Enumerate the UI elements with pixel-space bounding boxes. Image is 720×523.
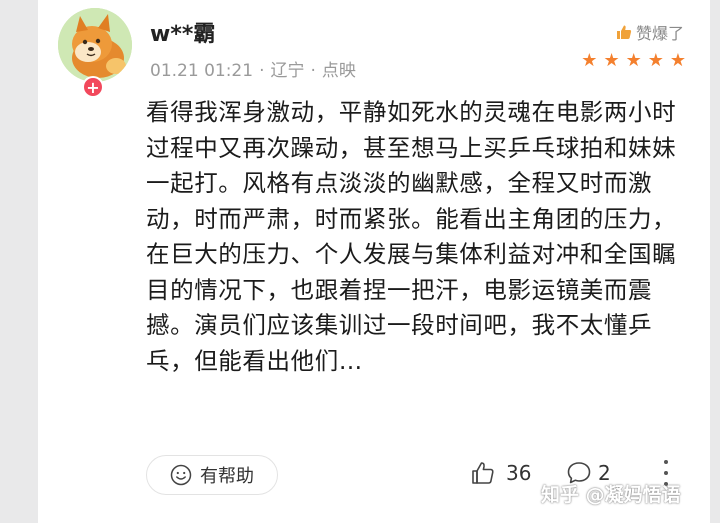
follow-plus-button[interactable]: +: [82, 76, 104, 98]
comment-card: + w**霸 01.21 01:21 · 辽宁 · 点映 赞爆了 ★ ★ ★ ★ ★ 看…: [38, 0, 710, 523]
smile-icon: [170, 464, 192, 486]
comment-location: 辽宁: [270, 61, 305, 81]
star-icon: ★: [603, 50, 620, 71]
star-icon: ★: [625, 50, 642, 71]
meta-separator: ·: [310, 61, 316, 81]
like-icon: [472, 462, 494, 484]
star-icon: ★: [669, 50, 686, 71]
avatar[interactable]: [58, 8, 132, 82]
comment-meta: 01.21 01:21 · 辽宁 · 点映: [150, 56, 356, 81]
helpful-label: 有帮助: [200, 466, 254, 487]
comment-time: 01.21 01:21: [150, 61, 254, 81]
username[interactable]: w**霸: [150, 16, 215, 48]
review-text[interactable]: 看得我浑身激动，平静如死水的灵魂在电影两小时过程中又再次躁动，甚至想马上买乒乓球…: [146, 95, 686, 379]
helpful-button[interactable]: 有帮助: [146, 455, 278, 495]
meta-separator: ·: [259, 61, 265, 81]
praise-badge-label: 赞爆了: [635, 24, 684, 43]
shiba-avatar-icon: [58, 8, 132, 82]
like-button[interactable]: 36: [470, 460, 531, 486]
praise-badge: 赞爆了: [616, 20, 684, 44]
thumbs-up-icon: [616, 25, 632, 39]
rating-stars: ★ ★ ★ ★ ★: [581, 52, 686, 70]
watermark: 知乎 @凝妈悟语: [541, 484, 681, 506]
comment-source: 点映: [321, 61, 356, 81]
star-icon: ★: [581, 50, 598, 71]
like-count: 36: [506, 461, 532, 485]
star-icon: ★: [647, 50, 664, 71]
